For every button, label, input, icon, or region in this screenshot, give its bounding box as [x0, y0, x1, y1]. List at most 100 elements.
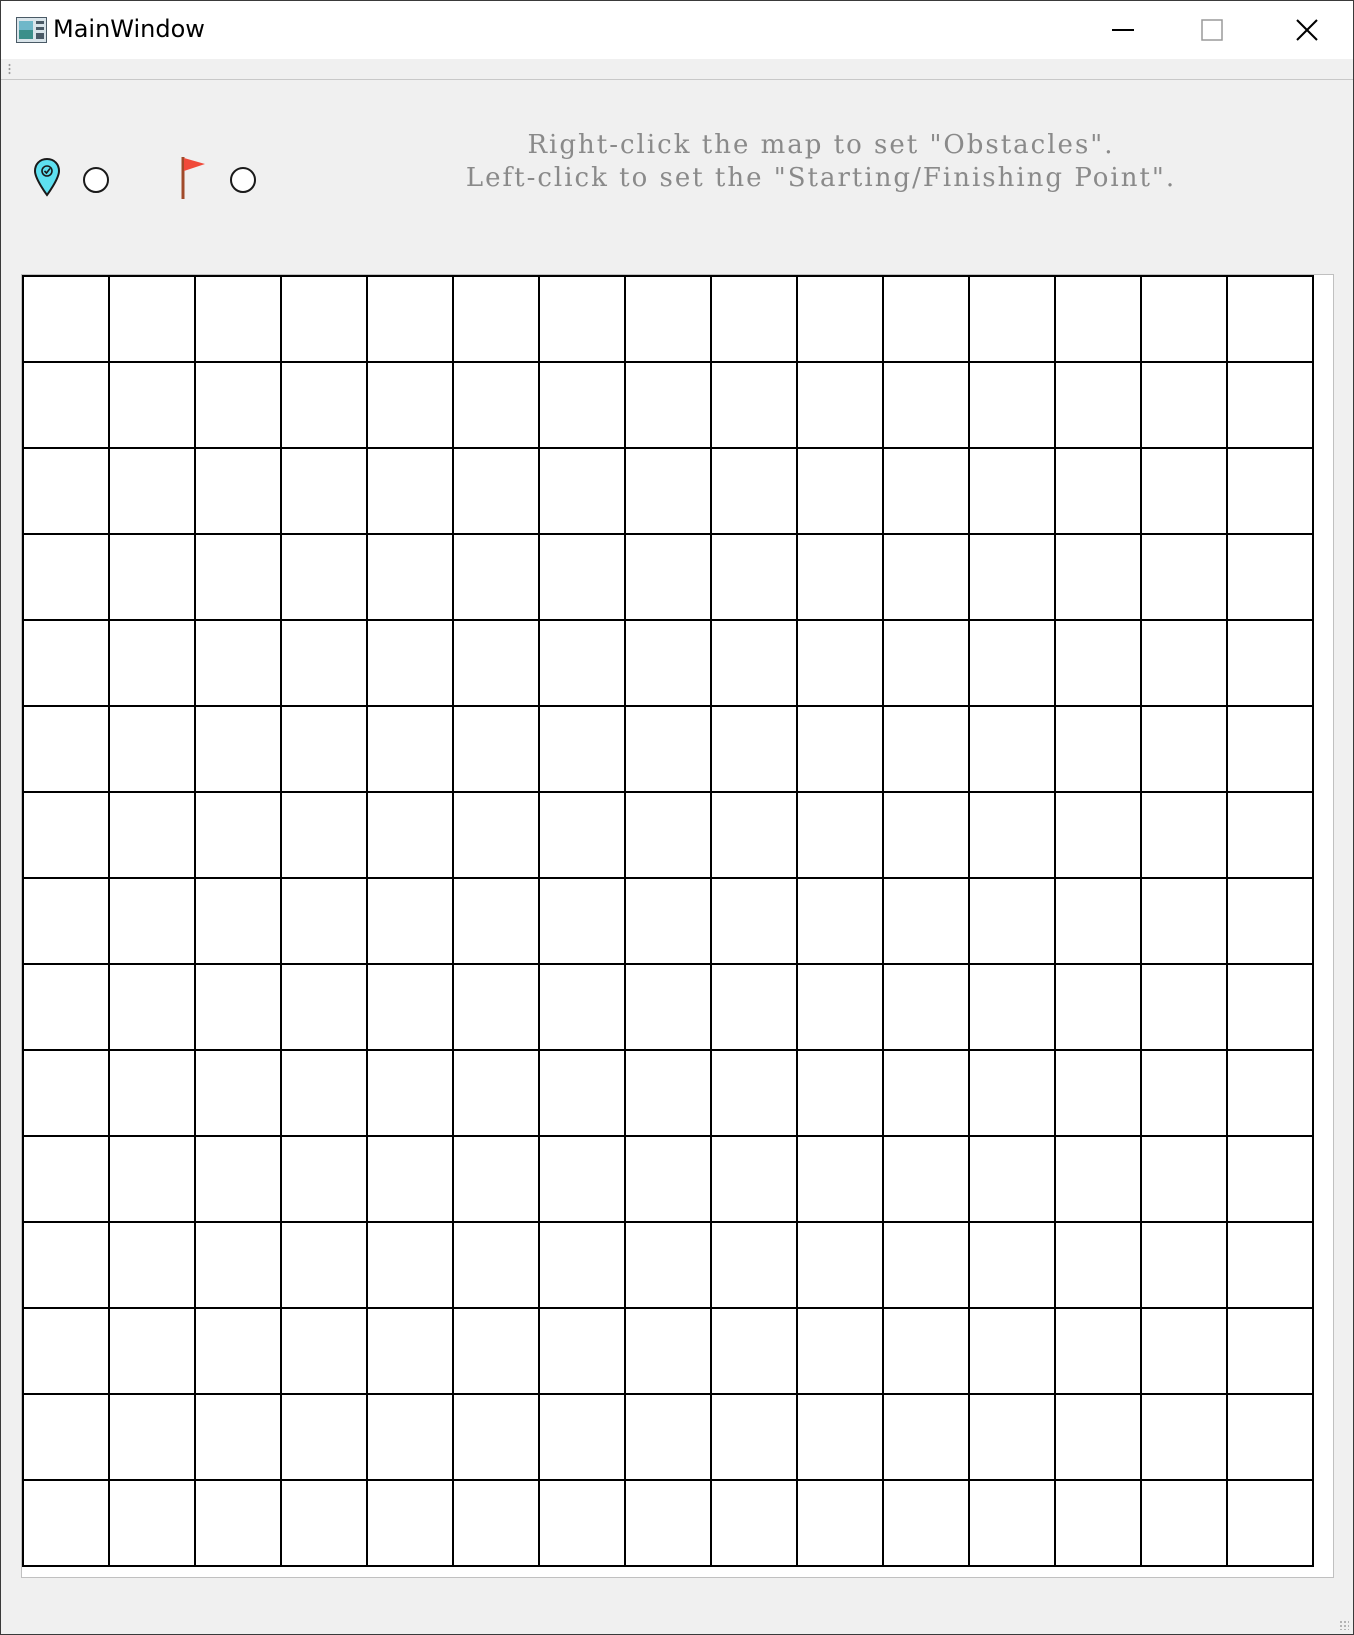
map-cell[interactable] [1142, 1137, 1228, 1223]
map-cell[interactable] [1228, 449, 1314, 535]
map-cell[interactable] [110, 363, 196, 449]
map-cell[interactable] [24, 1051, 110, 1137]
start-point-radio[interactable] [83, 167, 109, 193]
map-cell[interactable] [884, 1223, 970, 1309]
map-cell[interactable] [540, 1481, 626, 1567]
map-cell[interactable] [110, 1223, 196, 1309]
map-cell[interactable] [970, 277, 1056, 363]
map-cell[interactable] [626, 1481, 712, 1567]
map-cell[interactable] [282, 1223, 368, 1309]
map-cell[interactable] [368, 1395, 454, 1481]
map-cell[interactable] [110, 1309, 196, 1395]
map-cell[interactable] [626, 965, 712, 1051]
map-cell[interactable] [282, 277, 368, 363]
map-cell[interactable] [626, 1309, 712, 1395]
map-cell[interactable] [1142, 1481, 1228, 1567]
map-cell[interactable] [1228, 1137, 1314, 1223]
minimize-button[interactable] [1077, 1, 1169, 59]
map-cell[interactable] [712, 1137, 798, 1223]
map-cell[interactable] [798, 1395, 884, 1481]
map-cell[interactable] [540, 621, 626, 707]
map-cell[interactable] [454, 449, 540, 535]
map-cell[interactable] [626, 1051, 712, 1137]
map-cell[interactable] [24, 879, 110, 965]
map-cell[interactable] [1228, 1309, 1314, 1395]
map-cell[interactable] [110, 965, 196, 1051]
map-cell[interactable] [110, 277, 196, 363]
map-cell[interactable] [368, 363, 454, 449]
map-cell[interactable] [110, 1481, 196, 1567]
map-cell[interactable] [798, 1223, 884, 1309]
map-cell[interactable] [196, 879, 282, 965]
map-cell[interactable] [712, 1223, 798, 1309]
map-cell[interactable] [196, 1137, 282, 1223]
map-cell[interactable] [196, 363, 282, 449]
map-cell[interactable] [712, 363, 798, 449]
map-cell[interactable] [798, 363, 884, 449]
map-cell[interactable] [282, 879, 368, 965]
map-cell[interactable] [1056, 535, 1142, 621]
map-cell[interactable] [884, 1309, 970, 1395]
map-cell[interactable] [110, 1137, 196, 1223]
map-cell[interactable] [626, 535, 712, 621]
map-cell[interactable] [24, 449, 110, 535]
map-cell[interactable] [626, 277, 712, 363]
map-cell[interactable] [970, 1051, 1056, 1137]
map-cell[interactable] [1228, 1481, 1314, 1567]
map-cell[interactable] [368, 879, 454, 965]
map-cell[interactable] [454, 1481, 540, 1567]
map-cell[interactable] [282, 1051, 368, 1137]
map-cell[interactable] [110, 621, 196, 707]
map-cell[interactable] [1056, 1395, 1142, 1481]
map-cell[interactable] [454, 1051, 540, 1137]
map-cell[interactable] [282, 1481, 368, 1567]
map-cell[interactable] [712, 535, 798, 621]
map-cell[interactable] [282, 363, 368, 449]
map-cell[interactable] [368, 621, 454, 707]
map-cell[interactable] [1142, 965, 1228, 1051]
map-cell[interactable] [368, 277, 454, 363]
resize-grip[interactable] [1339, 1620, 1349, 1630]
map-cell[interactable] [368, 965, 454, 1051]
map-cell[interactable] [540, 793, 626, 879]
map-cell[interactable] [798, 879, 884, 965]
map-cell[interactable] [970, 965, 1056, 1051]
map-cell[interactable] [1228, 277, 1314, 363]
map-cell[interactable] [1228, 1051, 1314, 1137]
map-cell[interactable] [282, 1395, 368, 1481]
map-cell[interactable] [368, 1051, 454, 1137]
map-cell[interactable] [798, 621, 884, 707]
maximize-button[interactable] [1166, 1, 1258, 59]
map-cell[interactable] [798, 1309, 884, 1395]
map-cell[interactable] [970, 449, 1056, 535]
map-cell[interactable] [24, 363, 110, 449]
map-cell[interactable] [24, 277, 110, 363]
map-cell[interactable] [970, 1481, 1056, 1567]
map-cell[interactable] [626, 793, 712, 879]
map-cell[interactable] [884, 1481, 970, 1567]
map-cell[interactable] [884, 363, 970, 449]
map-cell[interactable] [454, 793, 540, 879]
map-cell[interactable] [884, 277, 970, 363]
map-cell[interactable] [1056, 793, 1142, 879]
map-cell[interactable] [626, 1395, 712, 1481]
map-cell[interactable] [282, 1137, 368, 1223]
map-cell[interactable] [712, 707, 798, 793]
map-cell[interactable] [1056, 879, 1142, 965]
map-cell[interactable] [884, 707, 970, 793]
map-cell[interactable] [884, 1051, 970, 1137]
map-cell[interactable] [454, 363, 540, 449]
map-cell[interactable] [1056, 277, 1142, 363]
map-cell[interactable] [1056, 1051, 1142, 1137]
map-cell[interactable] [24, 793, 110, 879]
map-cell[interactable] [196, 793, 282, 879]
map-cell[interactable] [454, 965, 540, 1051]
map-cell[interactable] [626, 707, 712, 793]
map-cell[interactable] [1228, 879, 1314, 965]
map-cell[interactable] [196, 1051, 282, 1137]
map-cell[interactable] [798, 277, 884, 363]
map-cell[interactable] [282, 965, 368, 1051]
map-cell[interactable] [454, 277, 540, 363]
map-cell[interactable] [1142, 363, 1228, 449]
map-cell[interactable] [1142, 1395, 1228, 1481]
